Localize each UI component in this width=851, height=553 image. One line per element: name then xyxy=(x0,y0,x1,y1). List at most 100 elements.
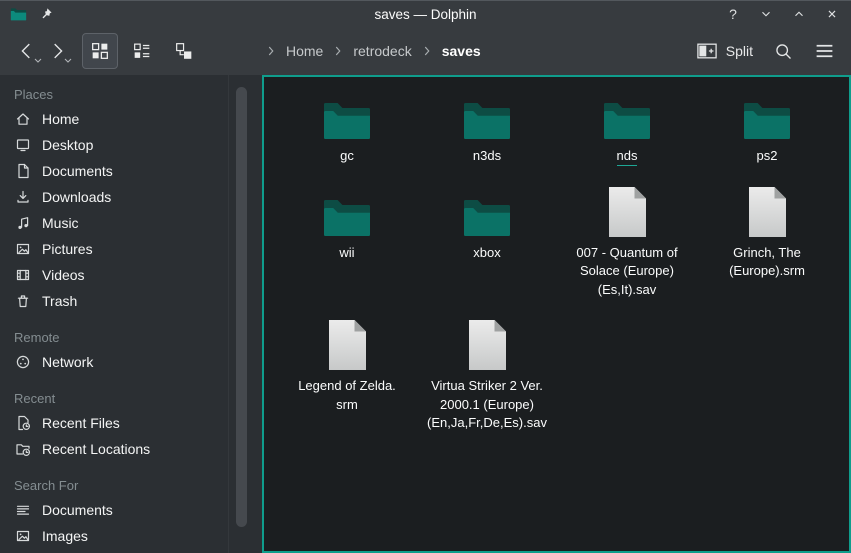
image-icon xyxy=(15,241,31,257)
breadcrumb-chevron-icon xyxy=(420,44,434,58)
file-name: ps2 xyxy=(757,147,778,166)
recent-folder-icon xyxy=(15,441,31,457)
help-button[interactable]: ? xyxy=(724,5,742,23)
file-name: 007 - Quantum of Solace (Europe) (Es,It)… xyxy=(576,244,677,300)
network-icon xyxy=(15,354,31,370)
file-icon xyxy=(465,319,509,371)
file-name: Virtua Striker 2 Ver. 2000.1 (Europe) (E… xyxy=(427,377,547,433)
sidebar-item-network[interactable]: Network xyxy=(0,349,262,375)
breadcrumb-home[interactable]: Home xyxy=(280,41,329,61)
music-icon xyxy=(15,215,31,231)
sidebar-item-documents[interactable]: Documents xyxy=(0,497,262,523)
sidebar-item-label: Music xyxy=(42,215,79,231)
folder-item-gc[interactable]: gc xyxy=(277,85,417,182)
sidebar-section-label: Search For xyxy=(0,474,262,497)
image-icon xyxy=(15,528,31,544)
sidebar-item-audio[interactable]: Audio xyxy=(0,549,262,553)
view-mode-group xyxy=(82,33,202,69)
sidebar-item-label: Home xyxy=(42,111,79,127)
back-button[interactable] xyxy=(12,34,42,68)
panel-divider xyxy=(228,75,229,553)
folder-item-wii[interactable]: wii xyxy=(277,182,417,316)
tree-view-icon xyxy=(173,40,195,62)
forward-dropdown-caret xyxy=(64,51,72,66)
split-icon xyxy=(696,41,718,61)
sidebar-scrollbar[interactable] xyxy=(236,87,247,527)
doc-lines-icon xyxy=(15,502,31,518)
folder-item-xbox[interactable]: xbox xyxy=(417,182,557,316)
sidebar-item-label: Videos xyxy=(42,267,85,283)
pin-icon[interactable] xyxy=(39,7,53,21)
file-item-virtua-striker-2-ver-2000-1-europe-en-ja-fr-de-es-sav[interactable]: Virtua Striker 2 Ver. 2000.1 (Europe) (E… xyxy=(417,315,557,449)
sidebar-item-pictures[interactable]: Pictures xyxy=(0,236,262,262)
breadcrumb-chevron-icon xyxy=(331,44,345,58)
download-icon xyxy=(15,189,31,205)
sidebar-section-remote: Remote Network xyxy=(0,326,262,375)
recent-file-icon xyxy=(15,415,31,431)
breadcrumb: Home retrodeck saves xyxy=(264,41,696,61)
folder-item-n3ds[interactable]: n3ds xyxy=(417,85,557,182)
sidebar-section-label: Recent xyxy=(0,387,262,410)
sidebar-item-label: Desktop xyxy=(42,137,93,153)
places-panel: Places Home Desktop Documents Downloads … xyxy=(0,75,262,553)
view-icons-button[interactable] xyxy=(82,33,118,69)
sidebar-item-label: Network xyxy=(42,354,93,370)
folder-view[interactable]: gc n3ds nds ps2 wii xbox 007 - Quantum o… xyxy=(262,75,851,553)
folder-icon xyxy=(322,196,372,238)
sidebar-item-label: Recent Locations xyxy=(42,441,150,457)
file-item-007-quantum-of-solace-europe-es-it-sav[interactable]: 007 - Quantum of Solace (Europe) (Es,It)… xyxy=(557,182,697,316)
sidebar-item-label: Downloads xyxy=(42,189,111,205)
trash-icon xyxy=(15,293,31,309)
file-name: gc xyxy=(340,147,354,166)
file-item-legend-of-zelda-srm[interactable]: Legend of Zelda. srm xyxy=(277,315,417,449)
sidebar-item-music[interactable]: Music xyxy=(0,210,262,236)
sidebar-item-label: Pictures xyxy=(42,241,93,257)
sidebar-item-label: Images xyxy=(42,528,88,544)
file-icon xyxy=(745,186,789,238)
file-icon xyxy=(605,186,649,238)
breadcrumb-saves[interactable]: saves xyxy=(436,41,487,61)
sidebar-item-downloads[interactable]: Downloads xyxy=(0,184,262,210)
sidebar-section-places: Places Home Desktop Documents Downloads … xyxy=(0,83,262,314)
menu-button[interactable] xyxy=(814,42,835,60)
sidebar-item-label: Documents xyxy=(42,163,113,179)
file-item-grinch-the-europe-srm[interactable]: Grinch, The (Europe).srm xyxy=(697,182,837,316)
view-tree-button[interactable] xyxy=(166,33,202,69)
sidebar-item-documents[interactable]: Documents xyxy=(0,158,262,184)
sidebar-item-trash[interactable]: Trash xyxy=(0,288,262,314)
folder-icon xyxy=(462,99,512,141)
split-button[interactable]: Split xyxy=(696,41,753,61)
sidebar-item-images[interactable]: Images xyxy=(0,523,262,549)
app-folder-icon xyxy=(10,7,27,21)
icons-view-icon xyxy=(89,40,111,62)
video-icon xyxy=(15,267,31,283)
maximize-button[interactable] xyxy=(790,5,808,23)
file-name: Legend of Zelda. srm xyxy=(298,377,396,414)
document-icon xyxy=(15,163,31,179)
folder-icon xyxy=(742,99,792,141)
sidebar-item-videos[interactable]: Videos xyxy=(0,262,262,288)
breadcrumb-retrodeck[interactable]: retrodeck xyxy=(347,41,417,61)
desktop-icon xyxy=(15,137,31,153)
files-grid: gc n3ds nds ps2 wii xbox 007 - Quantum o… xyxy=(264,77,849,449)
folder-item-ps2[interactable]: ps2 xyxy=(697,85,837,182)
titlebar: saves — Dolphin ? xyxy=(0,0,851,27)
forward-button[interactable] xyxy=(42,34,72,68)
sidebar-item-label: Recent Files xyxy=(42,415,120,431)
file-name: xbox xyxy=(473,244,500,263)
sidebar-item-desktop[interactable]: Desktop xyxy=(0,132,262,158)
close-button[interactable] xyxy=(823,5,841,23)
view-details-button[interactable] xyxy=(124,33,160,69)
toolbar: Home retrodeck saves Split xyxy=(0,27,851,75)
split-label: Split xyxy=(726,43,753,59)
search-button[interactable] xyxy=(773,41,794,62)
sidebar-item-recent-files[interactable]: Recent Files xyxy=(0,410,262,436)
sidebar-item-label: Trash xyxy=(42,293,77,309)
folder-icon xyxy=(322,99,372,141)
sidebar-item-recent-locations[interactable]: Recent Locations xyxy=(0,436,262,462)
file-name: wii xyxy=(339,244,354,263)
folder-icon xyxy=(602,99,652,141)
folder-item-nds[interactable]: nds xyxy=(557,85,697,182)
minimize-button[interactable] xyxy=(757,5,775,23)
sidebar-item-home[interactable]: Home xyxy=(0,106,262,132)
